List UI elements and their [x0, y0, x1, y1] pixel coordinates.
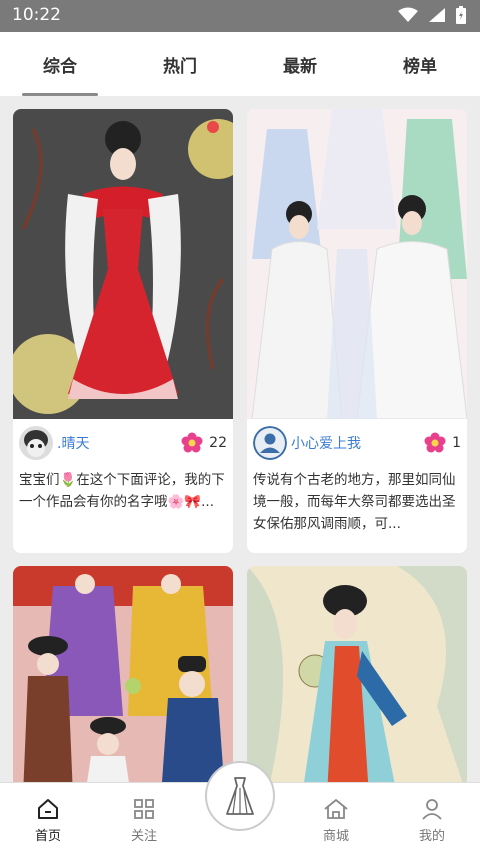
tab-popular[interactable]: 热门 [120, 32, 240, 96]
nav-follow[interactable]: 关注 [96, 783, 192, 853]
avatar[interactable] [19, 426, 53, 460]
post-image[interactable] [13, 109, 233, 419]
username[interactable]: 小心爱上我 [291, 433, 424, 453]
tab-ranking[interactable]: 榜单 [360, 32, 480, 96]
post-image[interactable] [13, 566, 233, 782]
nav-profile[interactable]: 我的 [384, 783, 480, 853]
feed[interactable]: .晴天 22 宝宝们🌷在这个下面评论，我的下一个作品会有你的名字哦🌸🎀... 小… [0, 96, 480, 782]
flower-icon [181, 432, 203, 453]
like-number: 22 [209, 435, 227, 451]
like-count[interactable]: 1 [424, 432, 461, 454]
post-card[interactable]: 小心爱上我 1 传说有个古老的地方，那里如同仙境一般，而每年大祭司都要选出圣女保… [247, 109, 467, 553]
like-count[interactable]: 22 [181, 432, 227, 454]
tab-comprehensive[interactable]: 综合 [0, 32, 120, 96]
status-bar: 10:22 [0, 0, 480, 32]
status-time: 10:22 [12, 5, 61, 25]
dress-icon [226, 777, 254, 815]
tab-bar: 综合 热门 最新 榜单 [0, 32, 480, 96]
like-number: 1 [452, 435, 461, 451]
post-card[interactable] [247, 566, 467, 782]
battery-icon [456, 6, 466, 24]
nav-shop-label: 商城 [322, 829, 349, 844]
post-image[interactable] [247, 566, 467, 782]
username[interactable]: .晴天 [57, 433, 181, 453]
grid-icon [134, 799, 154, 819]
post-description: 传说有个古老的地方，那里如同仙境一般，而每年大祭司都要选出圣女保佑那风调雨顺，可… [253, 472, 456, 532]
avatar[interactable] [253, 426, 287, 460]
wifi-icon [398, 7, 418, 22]
nav-home[interactable]: 首页 [0, 783, 96, 853]
shop-icon [324, 798, 348, 819]
user-icon [422, 799, 442, 820]
create-button[interactable] [205, 761, 275, 831]
home-icon [38, 799, 58, 819]
nav-home-label: 首页 [34, 829, 61, 844]
signal-icon [429, 8, 445, 22]
tab-latest[interactable]: 最新 [240, 32, 360, 96]
post-card[interactable]: .晴天 22 宝宝们🌷在这个下面评论，我的下一个作品会有你的名字哦🌸🎀... [13, 109, 233, 553]
post-description: 宝宝们🌷在这个下面评论，我的下一个作品会有你的名字哦🌸🎀... [19, 472, 225, 510]
post-card[interactable] [13, 566, 233, 782]
nav-follow-label: 关注 [130, 829, 157, 844]
bottom-nav: 首页 关注 商城 我的 [0, 761, 480, 853]
nav-shop[interactable]: 商城 [288, 783, 384, 853]
post-image[interactable] [247, 109, 467, 419]
nav-profile-label: 我的 [418, 829, 445, 844]
flower-icon [424, 432, 446, 453]
